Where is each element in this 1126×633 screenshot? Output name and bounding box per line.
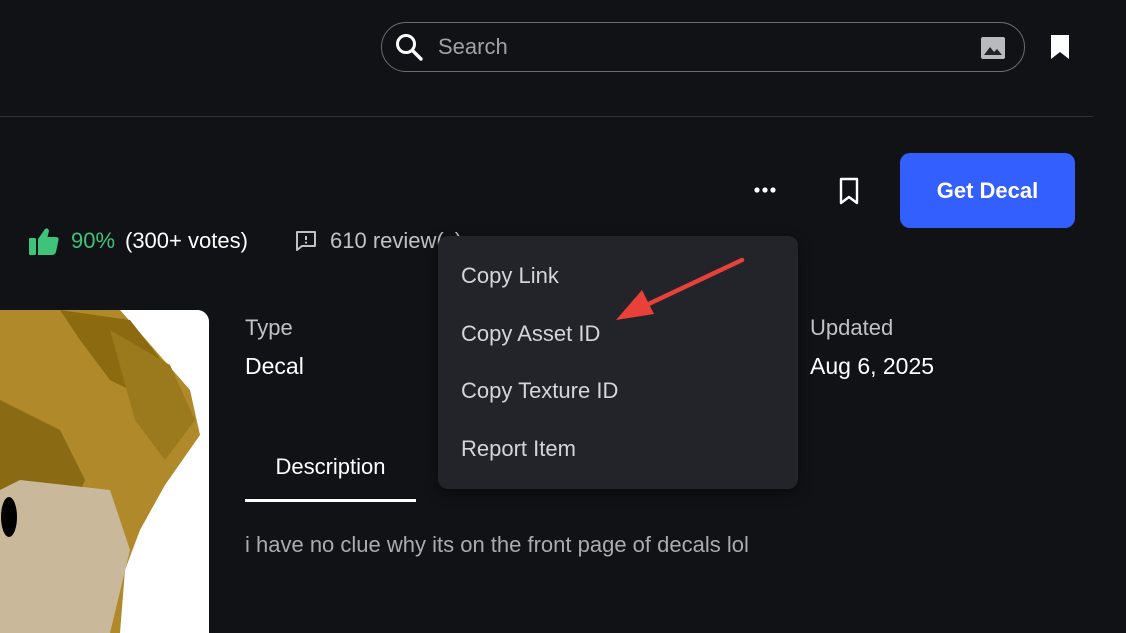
image-search-icon[interactable] [980,35,1006,61]
vote-percent: 90% [71,228,116,253]
asset-thumbnail [0,310,209,633]
context-menu: Copy Link Copy Asset ID Copy Texture ID … [438,236,798,489]
search-bar[interactable] [381,22,1025,72]
header-divider [0,116,1093,117]
type-label: Type [245,315,293,340]
menu-item-copy-texture-id[interactable]: Copy Texture ID [438,364,798,418]
tab-description[interactable]: Description [245,440,416,502]
updated-value: Aug 6, 2025 [810,353,935,379]
more-dots-icon [754,187,776,193]
thumbs-up-icon[interactable] [28,226,60,256]
item-bookmark-button[interactable] [830,172,868,210]
bookmark-outline-icon [839,177,859,205]
search-icon[interactable] [394,32,424,62]
asset-page: Get Decal 90% (300+ votes) 610 review(s)… [0,0,1126,633]
more-options-button[interactable] [747,172,783,208]
menu-item-copy-link[interactable]: Copy Link [438,249,798,303]
search-input[interactable] [438,31,958,63]
decal-image [0,310,209,633]
description-text: i have no clue why its on the front page… [245,532,749,557]
menu-item-report-item[interactable]: Report Item [438,422,798,476]
review-chat-icon[interactable] [294,229,318,253]
vote-count: (300+ votes) [125,228,248,253]
type-value: Decal [245,353,304,379]
get-decal-button[interactable]: Get Decal [900,153,1075,228]
bookmark-icon[interactable] [1048,34,1072,60]
updated-label: Updated [810,315,894,340]
menu-item-copy-asset-id[interactable]: Copy Asset ID [438,307,798,361]
